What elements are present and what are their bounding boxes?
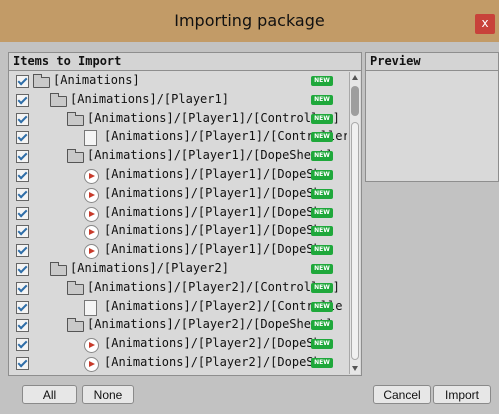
import-button[interactable]: Import [433,385,491,404]
item-checkbox[interactable] [16,131,29,145]
item-label: [Animations]/[Player1]/[Controller] [87,110,340,125]
none-button[interactable]: None [82,385,134,404]
folder-icon [67,318,84,333]
file-icon [84,130,97,147]
item-label: [Animations] [53,73,140,87]
item-label: [Animations]/[Player2]/[DopeShe [104,336,328,351]
new-badge: NEW [311,301,333,312]
item-checkbox[interactable] [16,319,29,333]
all-button[interactable]: All [22,385,77,404]
new-badge: NEW [311,245,333,256]
tree-row[interactable]: [Animations]/[Player2]/[Controller] NEW [9,279,347,298]
tree-row[interactable]: [Animations]/[Player2]/[DopeShe NEW [9,335,347,354]
tree-row[interactable]: [Animations]/[Player1] NEW [9,91,347,110]
item-checkbox[interactable] [16,75,29,88]
folder-icon [67,111,84,126]
tree-row[interactable]: [Animations]/[Player2]/[DopeSheet] NEW [9,316,347,335]
scroll-track-lower[interactable] [351,122,359,360]
item-checkbox[interactable] [16,300,29,314]
tree-row[interactable]: [Animations]/[Player2]/[Controlle NEW [9,298,347,317]
new-badge: NEW [311,132,333,143]
file-icon [84,299,97,316]
item-label: [Animations]/[Player1]/[DopeShe [104,223,328,238]
items-to-import-panel: Items to Import [Animations] NEW [Animatio… [8,52,362,376]
item-checkbox[interactable] [16,244,29,258]
import-package-window: Importing package x Items to Import [Ani… [0,0,499,414]
tree-row[interactable]: [Animations]/[Player2]/[DopeShe NEW [9,354,347,373]
items-tree: [Animations] NEW [Animations]/[Player1] NEW… [9,72,347,374]
item-checkbox[interactable] [16,93,29,107]
folder-icon [67,149,84,164]
new-badge: NEW [311,282,333,293]
preview-panel: Preview [365,52,499,182]
folder-icon [50,261,67,276]
folder-icon [50,92,67,107]
close-icon[interactable]: x [475,14,495,34]
item-label: [Animations]/[Player2]/[Controller] [87,279,340,294]
item-label: [Animations]/[Player1]/[DopeSheet] [87,148,333,163]
window-title: Importing package [174,11,325,30]
animation-clip-icon [84,168,99,184]
title-bar: Importing package x [0,0,499,42]
new-badge: NEW [311,320,333,331]
new-badge: NEW [311,94,333,105]
scroll-down-icon[interactable] [352,366,358,371]
item-label: [Animations]/[Player1]/[DopeShe [104,204,328,219]
tree-row[interactable]: [Animations]/[Player1]/[DopeShe NEW [9,204,347,223]
new-badge: NEW [311,113,333,124]
new-badge: NEW [311,263,333,274]
item-checkbox[interactable] [16,168,29,182]
item-label: [Animations]/[Player2] [70,260,229,275]
item-label: [Animations]/[Player1]/[DopeShe [104,185,328,200]
tree-row[interactable]: [Animations]/[Player1]/[Controller] NEW [9,128,347,147]
new-badge: NEW [311,357,333,368]
tree-row[interactable]: [Animations]/[Player2] NEW [9,260,347,279]
new-badge: NEW [311,76,333,86]
new-badge: NEW [311,339,333,350]
animation-clip-icon [84,338,99,354]
tree-row[interactable]: [Animations]/[Player1]/[DopeShe NEW [9,222,347,241]
new-badge: NEW [311,151,333,162]
items-panel-header: Items to Import [9,53,361,71]
vertical-scrollbar[interactable] [349,72,360,374]
tree-row[interactable]: [Animations]/[Player1]/[DopeShe NEW [9,241,347,260]
new-badge: NEW [311,207,333,218]
item-checkbox[interactable] [16,281,29,295]
animation-clip-icon [84,356,99,372]
item-label: [Animations]/[Player1] [70,91,229,106]
item-checkbox[interactable] [16,262,29,276]
scroll-thumb[interactable] [351,86,359,116]
item-checkbox[interactable] [16,206,29,220]
item-checkbox[interactable] [16,150,29,164]
animation-clip-icon [84,206,99,222]
tree-row[interactable]: [Animations]/[Player1]/[DopeShe NEW [9,185,347,204]
tree-row[interactable]: [Animations]/[Player1]/[DopeSheet] NEW [9,147,347,166]
item-checkbox[interactable] [16,225,29,239]
new-badge: NEW [311,169,333,180]
scroll-up-icon[interactable] [352,75,358,80]
tree-row[interactable]: [Animations]/[Player1]/[Controller] NEW [9,110,347,129]
item-label: [Animations]/[Player1]/[DopeShe [104,242,328,257]
item-checkbox[interactable] [16,338,29,352]
animation-clip-icon [84,244,99,260]
tree-row[interactable]: [Animations]/[Player1]/[DopeShe NEW [9,166,347,185]
folder-icon [67,280,84,295]
preview-panel-header: Preview [366,53,498,71]
animation-clip-icon [84,187,99,203]
new-badge: NEW [311,188,333,199]
animation-clip-icon [84,225,99,241]
folder-icon [33,74,50,88]
item-label: [Animations]/[Player2]/[DopeShe [104,354,328,369]
tree-row[interactable]: [Animations] NEW [9,72,347,91]
item-label: [Animations]/[Player2]/[DopeSheet] [87,317,333,332]
item-checkbox[interactable] [16,187,29,201]
item-label: [Animations]/[Player2]/[Controlle [104,298,343,313]
item-label: [Animations]/[Player1]/[DopeShe [104,166,328,181]
new-badge: NEW [311,226,333,237]
item-checkbox[interactable] [16,356,29,370]
cancel-button[interactable]: Cancel [373,385,431,404]
item-checkbox[interactable] [16,112,29,126]
